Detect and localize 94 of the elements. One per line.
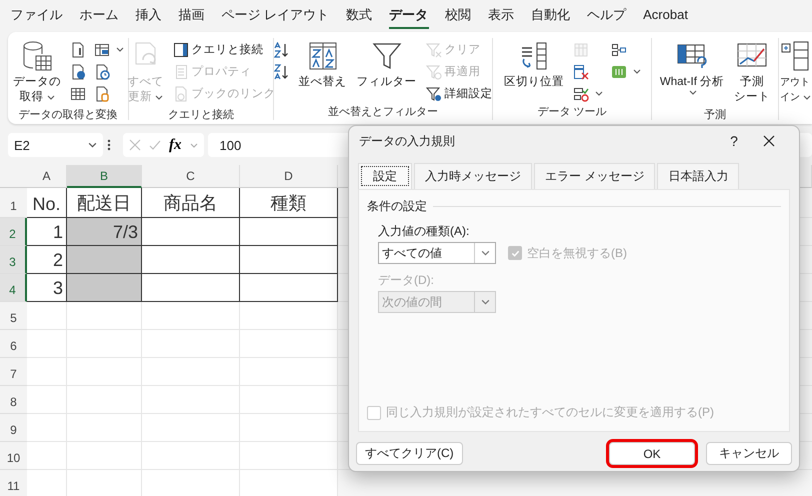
dialog-button[interactable]: OK (609, 442, 695, 465)
sort-icon (306, 40, 338, 72)
dialog-title: データの入力規則 (359, 132, 456, 150)
table-window-icon (94, 42, 110, 58)
caret-icon (116, 47, 124, 52)
table-cell: 7/3 (67, 218, 142, 246)
dialog-tab[interactable]: 日本語入力 (657, 163, 740, 189)
dialog-tab[interactable]: エラー メッセージ (534, 163, 656, 189)
globe-document-icon (70, 64, 86, 80)
ribbon-button[interactable]: フィルター (354, 38, 420, 104)
menu-tab[interactable]: Acrobat (634, 3, 696, 27)
field-label: データ(D): (378, 272, 435, 289)
menu-tab[interactable]: 数式 (338, 2, 381, 28)
field-label: 入力値の種類(A): (378, 223, 470, 240)
caret-icon (633, 69, 641, 74)
more-icon[interactable] (107, 139, 111, 151)
name-box[interactable]: E2 (8, 133, 103, 157)
caret-icon (803, 95, 811, 100)
menu-tab[interactable]: 自動化 (522, 2, 579, 28)
flash-fill-icon (573, 42, 589, 58)
funnel-clear-icon (426, 42, 442, 58)
sort-ascending-icon (274, 42, 290, 58)
caret-icon (190, 142, 198, 148)
database-document-icon (94, 86, 110, 102)
row-header[interactable]: 10 (0, 442, 27, 470)
check-icon (510, 248, 520, 258)
ribbon-button[interactable]: クエリと接続 (170, 40, 278, 59)
menu-tab[interactable]: ホーム (71, 2, 127, 28)
check-icon[interactable] (149, 139, 161, 151)
ribbon-button[interactable]: 予測 シート (731, 38, 774, 107)
table-icon (70, 86, 86, 102)
row-header[interactable]: 3 (0, 246, 27, 274)
menu-tab[interactable]: 校閲 (436, 2, 480, 28)
group-label: データ ツール (536, 105, 608, 120)
group-label: クエリと接続 (167, 108, 235, 122)
table-cell: No. (27, 188, 67, 218)
dropdown-field[interactable]: すべての値 (378, 242, 496, 264)
group-label: データの取得と変換 (18, 108, 118, 122)
caret-icon (88, 142, 97, 148)
ribbon-button[interactable]: データの 取得 (10, 38, 64, 107)
group-label: 予測 (703, 108, 727, 122)
caret-icon (689, 90, 698, 95)
caret-icon (46, 95, 54, 100)
funnel-gear-icon (426, 86, 442, 102)
row-header[interactable]: 2 (0, 218, 27, 246)
row-header[interactable]: 11 (0, 470, 27, 496)
menu-tab[interactable]: データ (380, 2, 437, 28)
ribbon-button[interactable]: アウト イン (779, 38, 812, 107)
function-button[interactable]: fx (169, 136, 182, 154)
dialog-tab[interactable]: 設定 (358, 163, 412, 189)
dialog-button[interactable]: すべてクリア(C) (356, 442, 463, 465)
link-document-icon (172, 86, 188, 102)
help-button[interactable]: ? (719, 132, 749, 150)
database-icon (21, 40, 53, 72)
row-header[interactable]: 4 (0, 274, 27, 302)
clock-document-icon (94, 64, 110, 80)
caret-icon (480, 299, 490, 305)
menu-tab[interactable]: 描画 (170, 2, 213, 28)
row-header[interactable]: 8 (0, 386, 27, 414)
column-header[interactable]: C (142, 165, 240, 188)
caret-icon (480, 250, 490, 256)
relationships-icon (611, 42, 627, 58)
menu-tab[interactable]: ヘルプ (578, 2, 635, 28)
row-header[interactable]: 9 (0, 414, 27, 442)
menu-tab[interactable]: 挿入 (127, 2, 170, 28)
menu-tab[interactable]: ファイル (2, 2, 71, 28)
panel-icon (172, 42, 188, 58)
section-title: 条件の設定 (367, 198, 427, 215)
ribbon-button[interactable]: 詳細設定 (424, 84, 494, 103)
row-header[interactable]: 6 (0, 330, 27, 358)
sort-descending-icon (274, 64, 290, 80)
document-icon (70, 42, 86, 58)
menu-tab[interactable]: 表示 (480, 2, 523, 28)
table-cell: 商品名 (142, 188, 240, 218)
dialog-tab[interactable]: 入力時メッセージ (414, 163, 532, 189)
menu-tab[interactable]: ページ レイアウト (213, 2, 338, 28)
ribbon-button[interactable]: 並べ替え (296, 38, 350, 104)
row-header[interactable]: 7 (0, 358, 27, 386)
ribbon-button[interactable]: What-If 分析 (656, 38, 728, 107)
remove-duplicates-icon (573, 64, 589, 80)
caret-icon (595, 91, 603, 96)
close-icon (763, 135, 775, 147)
column-header[interactable]: B (67, 165, 142, 188)
column-header[interactable]: D (240, 165, 338, 188)
dialog-button[interactable]: キャンセル (706, 442, 792, 465)
column-header[interactable]: A (27, 165, 67, 188)
row-header[interactable]: 1 (0, 188, 27, 218)
group-label: 並べ替えとフィルター (327, 105, 439, 120)
ribbon-button[interactable]: 区切り位置 (501, 38, 567, 104)
data-model-icon (611, 64, 627, 80)
validation-icon (573, 86, 589, 102)
row-header[interactable]: 5 (0, 302, 27, 330)
caret-icon (155, 95, 163, 100)
funnel-refresh-icon (426, 64, 442, 80)
